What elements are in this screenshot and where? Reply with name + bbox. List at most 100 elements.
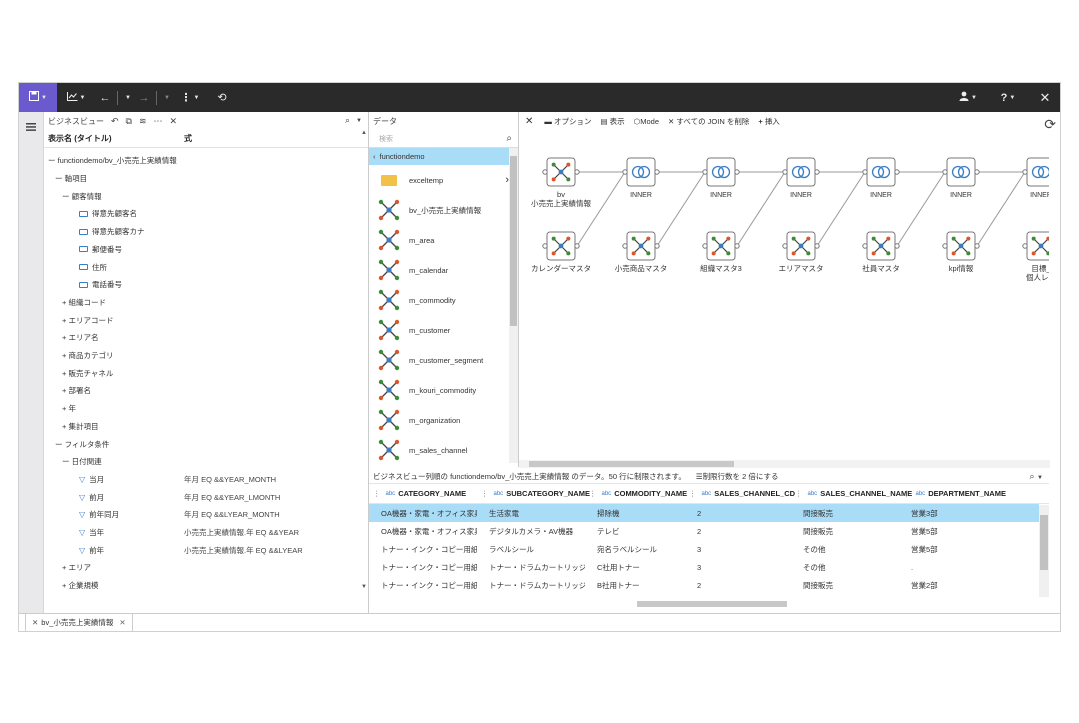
tree-row[interactable]: + エリア名	[44, 329, 362, 347]
layers-icon[interactable]: ≋	[139, 116, 147, 127]
tree-row[interactable]: ー 日付関連	[44, 453, 362, 471]
scroll-down-icon[interactable]: ▼	[361, 584, 367, 590]
search-icon[interactable]: ⌕	[1029, 471, 1034, 481]
tree-row[interactable]: + 部署名	[44, 382, 362, 400]
data-list-scrollbar[interactable]	[509, 148, 518, 463]
search-icon[interactable]: ⌕	[506, 133, 512, 144]
column-menu-icon[interactable]: ⋮	[689, 489, 697, 498]
tree-row[interactable]: ー 軸項目	[44, 170, 362, 188]
table-row[interactable]: トナー・インク・コピー用紙 ラベルシール 宛名ラベルシール 3 その他 営業5部	[369, 540, 1039, 558]
tree-row[interactable]: + 販売チャネル	[44, 364, 362, 382]
tree-row[interactable]: ▽ 前月 年月 EQ &&YEAR_LMONTH	[44, 488, 362, 506]
list-item-data-source[interactable]: m_customer	[369, 315, 509, 345]
list-item-data-source[interactable]: m_area	[369, 225, 509, 255]
scrollbar-thumb[interactable]	[510, 156, 517, 326]
list-item-data-source[interactable]: m_customer_segment	[369, 345, 509, 375]
list-item-data-source[interactable]: m_organization	[369, 405, 509, 435]
caret-down-icon[interactable]: ▼	[356, 115, 362, 127]
tree-row[interactable]: ▽ 前年 小売売上実績情報.年 EQ &&LYEAR	[44, 541, 362, 559]
secondary-data-node[interactable]	[702, 231, 740, 261]
list-item-data-source[interactable]: m_kouri_commodity	[369, 375, 509, 405]
grid-column-header-cell[interactable]: ⋮ abc SUBCATEGORY_NAME	[477, 489, 590, 498]
tab-business-view[interactable]: ✕ bv_小売売上実績情報 ✕	[25, 614, 133, 631]
options-button[interactable]: ▬ オプション	[544, 116, 591, 127]
grid-column-header-cell[interactable]: ⋮ abc SALES_CHANNEL_CD	[685, 489, 795, 498]
table-row[interactable]: OA機器・家電・オフィス家具 生活家電 掃除機 2 間接販売 営業3部	[369, 504, 1039, 522]
table-row[interactable]: トナー・インク・コピー用紙 トナー・ドラムカートリッジ B社用トナー 2 間接販売 営業2…	[369, 576, 1039, 594]
back-button[interactable]: ←	[95, 83, 115, 112]
double-limit-button[interactable]: ☰制限行数を 2 倍にする	[696, 471, 779, 482]
secondary-data-node[interactable]	[542, 231, 580, 261]
tree-row[interactable]: + エリアコード	[44, 311, 362, 329]
list-item-folder[interactable]: exceltemp ›	[369, 165, 509, 195]
grid-horizontal-scrollbar[interactable]	[369, 599, 1039, 609]
close-tab-icon[interactable]: ✕	[119, 618, 125, 627]
user-menu-button[interactable]: ▼	[948, 83, 988, 112]
tree-row[interactable]: 郵便番号	[44, 241, 362, 259]
list-item-data-source[interactable]: bv_小売売上実績情報	[369, 195, 509, 225]
column-menu-icon[interactable]: ⋮	[481, 489, 489, 498]
tree-scrollbar[interactable]: ▲ ▼	[361, 130, 367, 590]
list-item-data-source[interactable]: m_sales_channel	[369, 435, 509, 465]
tree-row[interactable]: ▽ 当年 小売売上実績情報.年 EQ &&YEAR	[44, 524, 362, 542]
join-node[interactable]	[622, 157, 660, 187]
grid-column-header-cell[interactable]: ⋮ abc CATEGORY_NAME	[369, 489, 477, 498]
tree-row[interactable]: + 取引実績	[44, 595, 362, 599]
more-menu-button[interactable]: ⋮ ▼	[173, 83, 207, 112]
secondary-data-node[interactable]	[1022, 231, 1049, 261]
tree-row[interactable]: + 集計項目	[44, 418, 362, 436]
more-horizontal-icon[interactable]: ⋯	[154, 116, 163, 127]
grid-column-header-cell[interactable]: ⋮ abc SALES_CHANNEL_NAME	[791, 489, 912, 498]
data-search-input[interactable]: 検索 ⌕	[369, 130, 518, 148]
join-node[interactable]	[862, 157, 900, 187]
scrollbar-thumb[interactable]	[1040, 515, 1048, 570]
undo-icon[interactable]: ↶	[111, 116, 119, 127]
back-history-button[interactable]: ▼	[120, 83, 134, 112]
tree-row[interactable]: ▽ 当月 年月 EQ &&YEAR_MONTH	[44, 471, 362, 489]
search-icon[interactable]: ⌕	[345, 115, 350, 127]
save-menu-button[interactable]: ▼	[19, 83, 57, 112]
help-menu-button[interactable]: ? ▼	[988, 83, 1028, 112]
list-item-data-source[interactable]: m_commodity	[369, 285, 509, 315]
secondary-data-node[interactable]	[782, 231, 820, 261]
column-menu-icon[interactable]: ⋮	[903, 489, 911, 498]
insert-button[interactable]: + 挿入	[758, 116, 779, 127]
forward-button[interactable]: →	[134, 83, 154, 112]
hamburger-icon[interactable]	[26, 123, 36, 134]
chart-menu-button[interactable]: ▼	[57, 83, 95, 112]
grid-vertical-scrollbar[interactable]	[1039, 505, 1049, 597]
tree-row[interactable]: + 商品カテゴリ	[44, 347, 362, 365]
table-row[interactable]: OA機器・家電・オフィス家具 デジタルカメラ・AV機器 テレビ 2 間接販売 営業5部	[369, 522, 1039, 540]
tree-row[interactable]: + 組織コード	[44, 294, 362, 312]
scrollbar-thumb[interactable]	[637, 601, 787, 607]
tree-row[interactable]: + 年	[44, 400, 362, 418]
grid-column-header-cell[interactable]: ⋮ abc COMMODITY_NAME	[585, 489, 687, 498]
list-item-data-source[interactable]: m_calendar	[369, 255, 509, 285]
delete-joins-button[interactable]: ✕ すべての JOIN を削除	[668, 116, 749, 127]
secondary-data-node[interactable]	[942, 231, 980, 261]
close-window-button[interactable]: ✕	[1028, 83, 1060, 112]
scroll-up-icon[interactable]: ▲	[361, 130, 367, 136]
tree-row[interactable]: ー 顧客情報	[44, 187, 362, 205]
primary-data-node[interactable]	[542, 157, 580, 187]
grid-column-header-cell[interactable]: ⋮ abc DEPARTMENT_NAME	[899, 489, 1009, 498]
tree-row[interactable]: 得意先顧客名	[44, 205, 362, 223]
column-menu-icon[interactable]: ⋮	[589, 489, 597, 498]
tree-row[interactable]: + 企業規模	[44, 577, 362, 595]
refresh-button[interactable]: ⟲	[207, 83, 237, 112]
join-diagram-scrollbar[interactable]	[519, 460, 1050, 468]
mode-button[interactable]: ⬡Mode	[634, 117, 659, 126]
caret-down-icon[interactable]: ▼	[1037, 475, 1043, 481]
tree-row[interactable]: ー フィルタ条件	[44, 435, 362, 453]
tree-row[interactable]: 電話番号	[44, 276, 362, 294]
close-data-pane-icon[interactable]: ✕	[525, 116, 533, 127]
secondary-data-node[interactable]	[622, 231, 660, 261]
tree-row[interactable]: ー functiondemo/bv_小売売上実績情報	[44, 152, 362, 170]
close-icon[interactable]: ✕	[170, 116, 178, 127]
data-breadcrumb[interactable]: ‹ functiondemo	[369, 148, 518, 165]
tree-row[interactable]: 住所	[44, 258, 362, 276]
tree-row[interactable]: + エリア	[44, 559, 362, 577]
tree-row[interactable]: ▽ 前年同月 年月 EQ &&LYEAR_MONTH	[44, 506, 362, 524]
column-menu-icon[interactable]: ⋮	[373, 489, 381, 498]
scrollbar-thumb[interactable]	[529, 461, 734, 467]
